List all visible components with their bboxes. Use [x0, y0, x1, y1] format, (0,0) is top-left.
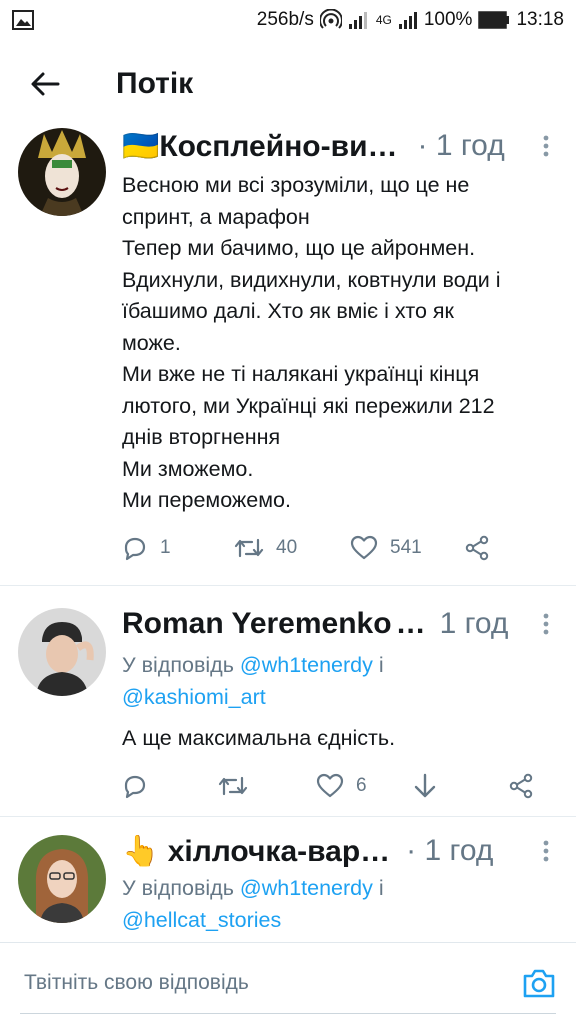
like-count: 541: [390, 537, 422, 558]
tweet-line: днів вторгнення: [122, 425, 281, 449]
reply-to-line: @kashiomi_art: [122, 682, 556, 714]
retweet-count: 40: [276, 537, 298, 558]
tweet-line: може.: [122, 330, 181, 355]
net-speed: 256b/s: [256, 9, 314, 30]
reply-prefix: У відповідь: [122, 876, 240, 900]
tweet-line: їбашимо далі. Хто як вміє і хто як: [122, 299, 454, 323]
signal-4g-icon: [398, 10, 418, 30]
more-vertical-icon: [543, 135, 549, 157]
hotspot-icon: [319, 9, 342, 31]
more-options-button[interactable]: [536, 840, 556, 862]
reply-button[interactable]: 1: [122, 535, 234, 561]
page-title: Потік: [116, 67, 194, 100]
arrow-left-icon: [31, 72, 60, 96]
like-count: 6: [356, 775, 367, 796]
camera-icon: [523, 969, 555, 998]
tweet-line: Весною ми всі зрозуміли, що це не: [122, 173, 470, 197]
reply-to-line: У відповідь @wh1tenerdy і: [122, 873, 556, 905]
tweet-thread: 🇺🇦Косплейно-ви… · 1 год Весною ми всі зр…: [0, 128, 576, 942]
reply-input[interactable]: Твітніть свою відповідь: [24, 971, 249, 995]
time-label: 1 год: [439, 607, 509, 640]
tweet-line: лютого, ми Українці які пережили 212: [122, 393, 495, 418]
heart-icon: [316, 773, 344, 798]
tweet-actions: 1 40 541: [122, 530, 556, 566]
network-type: 4G: [375, 13, 392, 27]
share-icon: [465, 535, 489, 561]
app-header: Потік: [0, 40, 576, 128]
clock: 13:18: [516, 9, 564, 30]
retweet-icon: [218, 776, 248, 796]
tweet-text: Весною ми всі зрозуміли, що це не спринт…: [122, 170, 556, 517]
display-name[interactable]: 🇺🇦Косплейно-ви…: [122, 129, 398, 164]
input-underline: [20, 1013, 556, 1014]
tweet-line: Ми вже не ті налякані українці кінця: [122, 362, 480, 386]
reply-to-line: @hellcat_stories: [122, 905, 556, 937]
reply-icon: [124, 775, 146, 799]
tweet-line: А ще максимальна єдність.: [122, 726, 396, 750]
reply-count: 1: [160, 537, 171, 558]
avatar[interactable]: [18, 608, 106, 696]
like-button[interactable]: 541: [350, 535, 464, 561]
reply-icon: [124, 537, 146, 561]
reply-prefix: У відповідь: [122, 653, 240, 677]
retweet-button[interactable]: 40: [234, 536, 350, 560]
tweet-line: Вдихнули, видихнули, ковтнули води і: [122, 267, 501, 292]
battery-level: 100%: [423, 9, 473, 30]
tweet-line: Тепер ми бачимо, що це айронмен.: [122, 236, 476, 260]
reply-to-line: У відповідь @wh1tenerdy і: [122, 650, 556, 682]
time-label: 1 год: [424, 834, 494, 867]
battery-icon: [478, 11, 510, 29]
share-button[interactable]: [508, 773, 534, 799]
time-label: 1 год: [435, 129, 505, 162]
reply-to: У відповідь @wh1tenerdy і @kashiomi_art …: [122, 650, 556, 755]
share-button[interactable]: [464, 535, 490, 561]
mention-link[interactable]: @hellcat_stories: [122, 908, 281, 932]
tweet-line: Ми зможемо.: [122, 456, 254, 481]
tweet-time: · 1 год: [418, 129, 505, 163]
heart-icon: [350, 535, 378, 560]
more-vertical-icon: [543, 840, 549, 862]
signal-icon: [348, 10, 370, 30]
reply-conj: і: [372, 876, 384, 900]
mention-link[interactable]: @wh1tenerdy: [240, 876, 373, 900]
like-button[interactable]: 6: [316, 773, 412, 799]
share-icon: [509, 773, 533, 799]
arrow-down-icon: [414, 773, 436, 798]
retweet-icon: [234, 538, 264, 558]
mention-link[interactable]: @kashiomi_art: [122, 685, 266, 709]
retweet-button[interactable]: [218, 774, 316, 798]
back-button[interactable]: [0, 40, 90, 128]
avatar[interactable]: [18, 835, 106, 923]
tweet[interactable]: 👆 хіллочка-вар… · 1 год У відповідь @wh1…: [0, 817, 576, 942]
display-name[interactable]: 👆 хіллочка-вар…: [122, 834, 390, 869]
reply-to: У відповідь @wh1tenerdy і @hellcat_stori…: [122, 873, 556, 936]
mention-link[interactable]: @wh1tenerdy: [240, 653, 373, 677]
gallery-notification-icon: [12, 10, 34, 30]
more-options-button[interactable]: [536, 613, 556, 635]
separator-dot: ·: [417, 129, 428, 162]
reply-conj: і: [372, 653, 384, 677]
tweet-line: Ми переможемо.: [122, 488, 291, 512]
status-bar: 256b/s 4G 100% 13:18: [0, 0, 576, 40]
separator-dot: ·: [406, 834, 417, 867]
reply-button[interactable]: [122, 773, 218, 799]
reply-composer[interactable]: Твітніть свою відповідь: [0, 942, 576, 1024]
tweet-line: спринт, а марафон: [122, 204, 310, 229]
more-options-button[interactable]: [536, 135, 556, 157]
downvote-button[interactable]: [412, 772, 508, 800]
avatar[interactable]: [18, 128, 106, 216]
more-vertical-icon: [543, 613, 549, 635]
name-truncation: …: [395, 607, 426, 640]
camera-button[interactable]: [522, 967, 556, 1004]
tweet[interactable]: 🇺🇦Косплейно-ви… · 1 год Весною ми всі зр…: [0, 128, 576, 586]
tweet-actions: 6: [122, 768, 556, 804]
tweet-time: · 1 год: [406, 834, 493, 868]
display-name[interactable]: Roman Yeremenko: [122, 607, 392, 641]
